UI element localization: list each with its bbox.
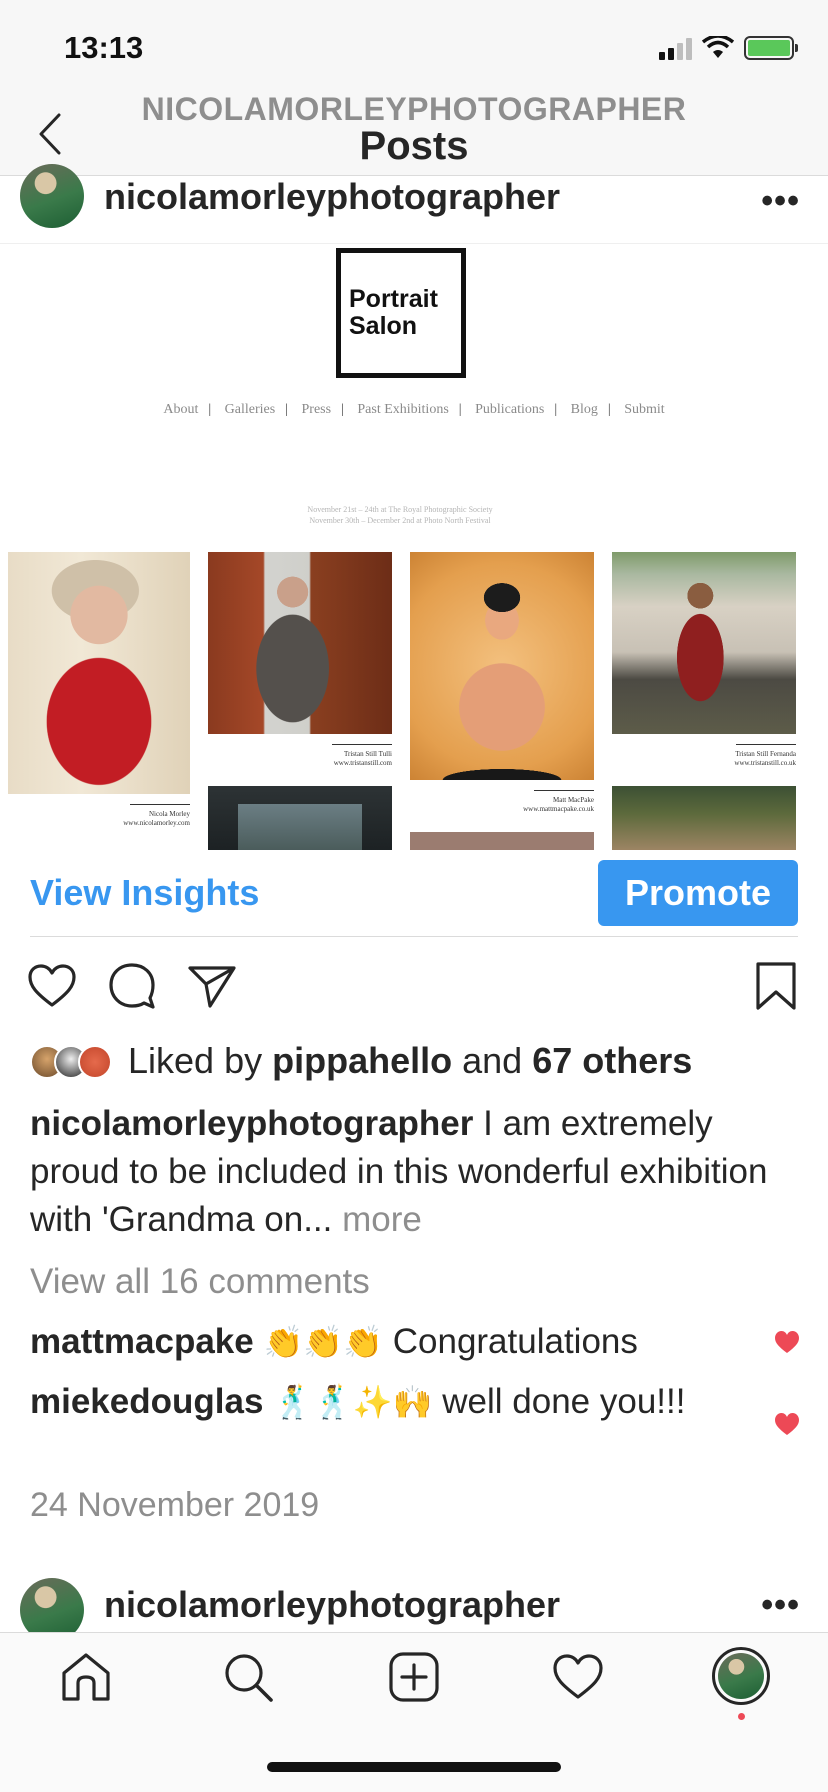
- image-nav-item: Galleries: [224, 402, 276, 417]
- post-caption: nicolamorleyphotographer I am extremely …: [30, 1100, 800, 1244]
- nav-header: NICOLAMORLEYPHOTOGRAPHER Posts: [0, 91, 828, 176]
- search-icon[interactable]: [220, 1649, 276, 1705]
- likes-summary[interactable]: Liked by pippahello and 67 others: [128, 1040, 692, 1082]
- profile-tab-avatar[interactable]: [712, 1647, 770, 1705]
- portrait-thumbnail: [612, 552, 796, 734]
- caption-username[interactable]: nicolamorleyphotographer: [30, 1104, 473, 1143]
- page-title: Posts: [359, 124, 469, 168]
- post-username[interactable]: nicolamorleyphotographer: [104, 1584, 560, 1626]
- comment-emoji: 👏👏👏: [263, 1324, 383, 1360]
- caption-more-link[interactable]: more: [342, 1200, 422, 1239]
- dates-line1: November 21st – 24th at The Royal Photog…: [307, 505, 493, 514]
- comment: mattmacpake 👏👏👏 Congratulations: [30, 1318, 730, 1366]
- portrait-thumbnail: [410, 552, 594, 780]
- status-icons: [659, 36, 798, 60]
- comment-text: well done you!!!: [442, 1382, 686, 1421]
- portrait-thumbnail: [410, 832, 594, 850]
- share-icon[interactable]: [186, 960, 238, 1012]
- image-nav-item: About: [163, 402, 199, 417]
- post-date: 24 November 2019: [30, 1486, 320, 1524]
- portrait-thumbnail: [208, 786, 392, 850]
- view-all-comments-link[interactable]: View all 16 comments: [30, 1262, 370, 1302]
- post-username[interactable]: nicolamorleyphotographer: [104, 176, 560, 218]
- cellular-signal-icon: [659, 36, 692, 60]
- comment-like-heart-icon[interactable]: [774, 1412, 800, 1436]
- thumbnail-caption: Tristan Still Fernanda www.tristanstill.c…: [734, 750, 796, 767]
- new-post-icon[interactable]: [386, 1649, 442, 1705]
- status-bar: 13:13: [0, 0, 828, 96]
- portrait-salon-logo: Portrait Salon: [336, 248, 466, 378]
- image-nav-item: Publications: [475, 402, 545, 417]
- image-nav-item: Past Exhibitions: [357, 402, 449, 417]
- comment-username[interactable]: mattmacpake: [30, 1322, 254, 1361]
- comment-like-heart-icon[interactable]: [774, 1330, 800, 1354]
- wifi-icon: [702, 36, 734, 58]
- image-nav-item: Submit: [624, 402, 665, 417]
- logo-line1: Portrait: [349, 285, 438, 313]
- more-options-icon[interactable]: •••: [761, 182, 800, 221]
- heart-icon[interactable]: [26, 960, 78, 1012]
- thumbnail-caption: Matt MacPake www.mattmacpake.co.uk: [523, 796, 594, 813]
- comment-emoji: 🕺🕺✨🙌: [273, 1384, 433, 1420]
- home-indicator[interactable]: [267, 1762, 561, 1772]
- comment: miekedouglas 🕺🕺✨🙌 well done you!!!: [30, 1378, 730, 1426]
- thumbnail-caption: Nicola Morley www.nicolamorley.com: [123, 810, 190, 827]
- liker-avatars: [30, 1041, 122, 1081]
- image-nav-menu: About | Galleries | Press | Past Exhibition…: [163, 402, 665, 417]
- logo-line2: Salon: [349, 312, 418, 340]
- comment-text: Congratulations: [392, 1322, 638, 1361]
- exhibition-dates: November 21st – 24th at The Royal Photog…: [0, 504, 800, 526]
- avatar[interactable]: [20, 164, 84, 228]
- more-options-icon[interactable]: •••: [761, 1586, 800, 1625]
- avatar: [78, 1045, 112, 1079]
- post-actions: [0, 956, 828, 1016]
- portrait-thumbnail: [612, 786, 796, 850]
- comment-icon[interactable]: [106, 960, 158, 1012]
- insights-row: View Insights Promote: [0, 850, 828, 936]
- likes-others-link[interactable]: 67 others: [532, 1040, 692, 1081]
- likes-row[interactable]: Liked by pippahello and 67 others: [30, 1036, 810, 1086]
- notification-dot: [738, 1713, 745, 1720]
- comment-username[interactable]: miekedouglas: [30, 1382, 263, 1421]
- next-post-header: nicolamorleyphotographer •••: [0, 1576, 828, 1642]
- image-nav-item: Press: [301, 402, 332, 417]
- dates-line2: November 30th – December 2nd at Photo No…: [309, 516, 491, 525]
- portrait-thumbnail: [8, 552, 190, 794]
- post-image[interactable]: Portrait Salon About | Galleries | Press | …: [0, 244, 828, 850]
- nav-username: NICOLAMORLEYPHOTOGRAPHER: [141, 91, 687, 127]
- portrait-thumbnail: [208, 552, 392, 734]
- divider: [30, 936, 798, 937]
- battery-icon: [744, 36, 798, 60]
- activity-heart-icon[interactable]: [550, 1649, 606, 1705]
- liker-username[interactable]: pippahello: [272, 1040, 452, 1081]
- thumbnail-caption: Tristan Still Tulli www.tristanstill.com: [333, 750, 392, 767]
- image-nav-item: Blog: [570, 402, 598, 417]
- status-time: 13:13: [64, 30, 144, 65]
- promote-button[interactable]: Promote: [598, 860, 798, 926]
- view-insights-link[interactable]: View Insights: [30, 872, 259, 914]
- post-header: nicolamorleyphotographer •••: [0, 164, 828, 244]
- bookmark-icon[interactable]: [750, 960, 802, 1012]
- home-icon[interactable]: [58, 1649, 114, 1705]
